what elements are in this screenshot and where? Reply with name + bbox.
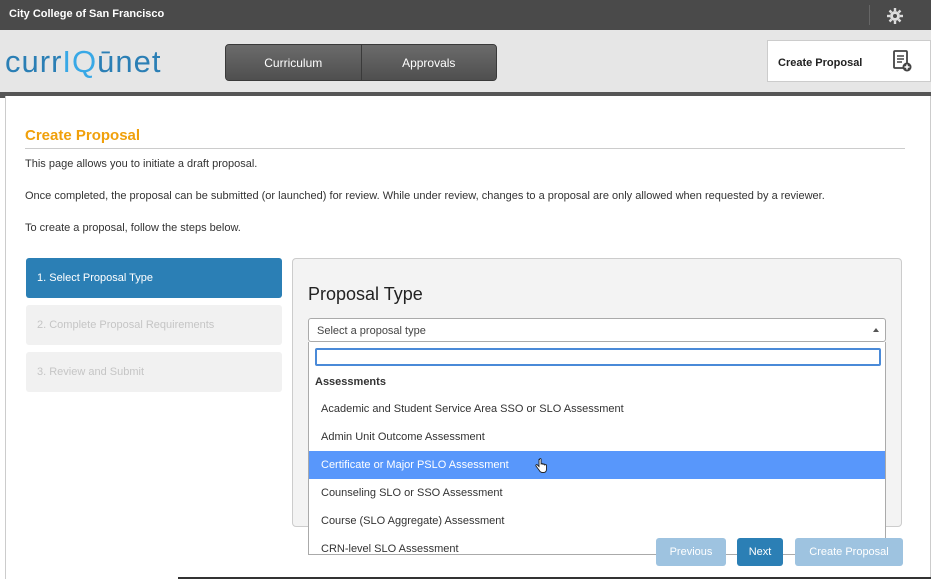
dropdown-option[interactable]: Academic and Student Service Area SSO or… (309, 395, 885, 423)
dropdown-option-highlighted[interactable]: Certificate or Major PSLO Assessment (309, 451, 885, 479)
create-proposal-button[interactable]: Create Proposal (767, 40, 931, 82)
institution-name: City College of San Francisco (9, 8, 165, 20)
main-nav: Curriculum Approvals (225, 44, 497, 81)
topbar-divider (869, 5, 870, 25)
select-placeholder: Select a proposal type (317, 325, 426, 337)
step-complete-requirements: 2. Complete Proposal Requirements (26, 305, 282, 345)
create-proposal-submit-button[interactable]: Create Proposal (795, 538, 903, 566)
previous-button[interactable]: Previous (656, 538, 726, 566)
page-title: Create Proposal (25, 127, 141, 144)
dropdown-group-label: Assessments (315, 376, 386, 388)
step-review-submit: 3. Review and Submit (26, 352, 282, 392)
curriqunet-logo[interactable]: currIQūnet (5, 44, 161, 80)
nav-tab-approvals[interactable]: Approvals (360, 45, 496, 80)
dropdown-option[interactable]: Admin Unit Outcome Assessment (309, 423, 885, 451)
logo-text-before: curr (5, 44, 63, 79)
intro-text: This page allows you to initiate a draft… (25, 158, 258, 170)
steps-instruction-text: To create a proposal, follow the steps b… (25, 222, 241, 234)
review-info-text: Once completed, the proposal can be subm… (25, 190, 825, 202)
proposal-type-dropdown: Assessments Academic and Student Service… (308, 342, 886, 555)
top-bar: City College of San Francisco (0, 0, 931, 30)
logo-letter-i: I (62, 44, 73, 79)
dropdown-option[interactable]: Course (SLO Aggregate) Assessment (309, 507, 885, 535)
wizard-steps: 1. Select Proposal Type 2. Complete Prop… (26, 258, 282, 399)
dropdown-search-input[interactable] (315, 348, 881, 366)
dropdown-option[interactable]: Counseling SLO or SSO Assessment (309, 479, 885, 507)
nav-tab-curriculum[interactable]: Curriculum (226, 45, 361, 80)
next-button[interactable]: Next (737, 538, 783, 566)
gear-icon[interactable] (880, 5, 910, 27)
app-header: currIQūnet Curriculum Approvals Create P… (0, 30, 931, 92)
caret-up-icon (873, 328, 879, 332)
panel-heading: Proposal Type (308, 284, 423, 304)
hand-pointer-icon (535, 458, 547, 473)
proposal-type-select[interactable]: Select a proposal type (308, 318, 886, 342)
logo-letter-q: Q (72, 44, 98, 79)
step-select-proposal-type[interactable]: 1. Select Proposal Type (26, 258, 282, 298)
dropdown-option-label: Certificate or Major PSLO Assessment (321, 459, 509, 471)
logo-text-after: ūnet (97, 44, 162, 79)
title-divider (25, 148, 905, 149)
new-document-icon (893, 50, 912, 72)
create-proposal-label: Create Proposal (778, 57, 863, 69)
